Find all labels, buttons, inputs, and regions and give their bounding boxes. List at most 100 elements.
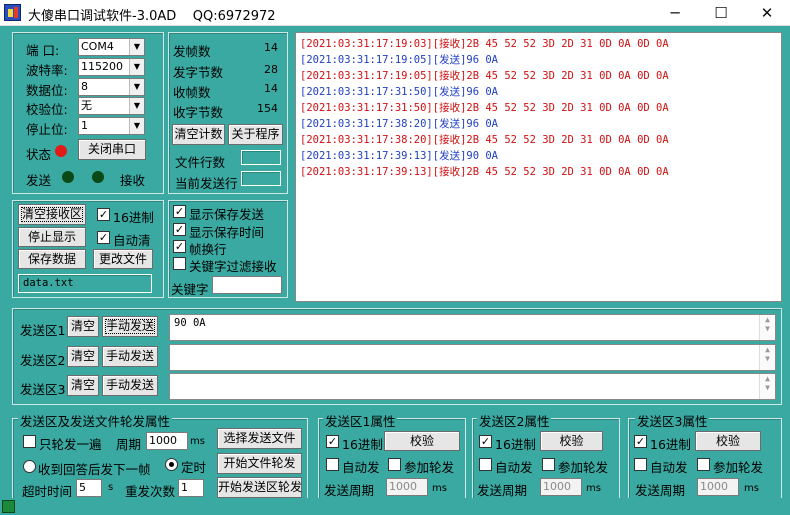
minimize-button[interactable]: ─ (652, 0, 698, 26)
area2-period-input[interactable]: 1000 (540, 478, 582, 496)
only-once-checkbox[interactable] (23, 435, 36, 448)
chevron-down-icon: ▼ (129, 118, 144, 134)
save-data-button[interactable]: 保存数据 (18, 249, 86, 269)
data-bits-select[interactable]: 8 ▼ (78, 78, 145, 96)
area1-auto-checkbox[interactable] (326, 458, 339, 471)
parity-value: 无 (81, 99, 92, 112)
close-button[interactable]: ✕ (744, 0, 790, 26)
area3-period-input[interactable]: 1000 (697, 478, 739, 496)
current-line-label: 当前发送行 (175, 176, 238, 191)
reply-next-radio[interactable] (23, 460, 36, 473)
send-area-3-input[interactable]: ▲ ▼ (169, 373, 776, 400)
area3-hex-checkbox[interactable]: ✓ (634, 435, 647, 448)
keyword-filter-label: 关键字过滤接收 (189, 259, 277, 274)
port-select[interactable]: COM4 ▼ (78, 38, 145, 56)
frame-newline-checkbox[interactable]: ✓ (173, 240, 186, 253)
about-button[interactable]: 关于程序 (228, 124, 283, 145)
port-value: COM4 (81, 40, 114, 53)
state-label: 状态 (26, 147, 52, 162)
area3-auto-checkbox[interactable] (634, 458, 647, 471)
area3-join-label: 参加轮发 (713, 460, 764, 475)
hex-display-checkbox[interactable]: ✓ (97, 208, 110, 221)
stop-bits-value: 1 (81, 119, 88, 132)
area1-period-label: 发送周期 (324, 483, 375, 498)
area1-props-title: 发送区1属性 (323, 411, 398, 430)
current-line-field (241, 171, 281, 186)
app-icon (4, 4, 21, 21)
area3-period-label: 发送周期 (635, 483, 686, 498)
area1-hex-checkbox[interactable]: ✓ (326, 435, 339, 448)
status-bar (0, 498, 790, 515)
keyword-input[interactable] (212, 276, 282, 294)
select-send-file-button[interactable]: 选择发送文件 (217, 428, 302, 449)
send-area-1-clear-button[interactable]: 清空 (67, 316, 99, 337)
send-area-2-label: 发送区2 (20, 353, 66, 368)
close-port-button[interactable]: 关闭串口 (78, 139, 146, 160)
timed-radio[interactable] (165, 458, 178, 471)
period-unit: ms (190, 436, 205, 447)
show-save-time-checkbox[interactable]: ✓ (173, 223, 186, 236)
area3-period-unit: ms (744, 483, 759, 494)
area1-period-input[interactable]: 1000 (386, 478, 428, 496)
stop-bits-select[interactable]: 1 ▼ (78, 117, 145, 135)
send-area-1-label: 发送区1 (20, 323, 66, 338)
clear-count-button[interactable]: 清空计数 (172, 124, 225, 145)
send-area-1-input[interactable]: 90 0A ▲ ▼ (169, 314, 776, 341)
chevron-down-icon: ▼ (129, 59, 144, 75)
keyword-label: 关键字 (171, 282, 209, 297)
area2-auto-checkbox[interactable] (479, 458, 492, 471)
send-area-2-send-button[interactable]: 手动发送 (102, 346, 158, 367)
send-area-2-clear-button[interactable]: 清空 (67, 346, 99, 367)
area2-join-checkbox[interactable] (542, 458, 555, 471)
scrollbar[interactable]: ▲ ▼ (759, 315, 775, 340)
keyword-filter-checkbox[interactable] (173, 257, 186, 270)
maximize-button[interactable]: ☐ (698, 0, 744, 26)
port-label: 端 口: (26, 43, 60, 58)
timeout-input[interactable]: 5 (76, 479, 102, 497)
scrollbar[interactable]: ▲ ▼ (759, 345, 775, 370)
area2-hex-checkbox[interactable]: ✓ (479, 435, 492, 448)
bytes-recv-value: 154 (257, 102, 278, 115)
resend-input[interactable]: 1 (178, 479, 204, 497)
send-area-3-send-button[interactable]: 手动发送 (102, 375, 158, 396)
scrollbar[interactable]: ▲ ▼ (759, 374, 775, 399)
area2-period-unit: ms (586, 483, 601, 494)
period-input[interactable]: 1000 (146, 432, 188, 450)
area2-period-label: 发送周期 (477, 483, 528, 498)
stop-display-button[interactable]: 停止显示 (18, 227, 86, 247)
window-title: 大傻串口调试软件-3.0AD QQ:6972972 (28, 9, 276, 24)
clear-receive-button[interactable]: 清空接收区 (18, 204, 86, 225)
bytes-recv-label: 收字节数 (173, 105, 224, 120)
send-area-1-send-button[interactable]: 手动发送 (102, 316, 158, 337)
area3-auto-label: 自动发 (650, 460, 688, 475)
receive-log-area[interactable]: [2021:03:31:17:19:03][接收]2B 45 52 52 3D … (295, 32, 782, 302)
area3-hex-label: 16进制 (650, 437, 691, 452)
change-file-button[interactable]: 更改文件 (93, 249, 153, 269)
start-file-rotation-button[interactable]: 开始文件轮发 (217, 453, 302, 474)
parity-select[interactable]: 无 ▼ (78, 97, 145, 115)
area3-verify-button[interactable]: 校验 (695, 431, 761, 451)
start-area-rotation-button[interactable]: 开始发送区轮发 (217, 477, 302, 498)
send-indicator-label: 发送 (26, 173, 52, 188)
log-line: [2021:03:31:17:31:50][发送]96 0A (300, 86, 499, 98)
area2-verify-button[interactable]: 校验 (540, 431, 603, 451)
log-line: [2021:03:31:17:38:20][接收]2B 45 52 52 3D … (300, 134, 669, 146)
timeout-unit: s (108, 482, 114, 493)
auto-clear-checkbox[interactable]: ✓ (97, 231, 110, 244)
send-area-3-clear-button[interactable]: 清空 (67, 375, 99, 396)
only-once-label: 只轮发一遍 (39, 437, 102, 452)
send-area-2-input[interactable]: ▲ ▼ (169, 344, 776, 371)
baud-select[interactable]: 115200 ▼ (78, 58, 145, 76)
recv-indicator-label: 接收 (120, 173, 146, 188)
show-save-send-label: 显示保存发送 (189, 207, 265, 222)
baud-label: 波特率: (26, 63, 68, 78)
show-save-send-checkbox[interactable]: ✓ (173, 205, 186, 218)
area1-join-checkbox[interactable] (388, 458, 401, 471)
bytes-sent-value: 28 (264, 63, 278, 76)
chevron-down-icon: ▼ (129, 39, 144, 55)
area1-verify-button[interactable]: 校验 (384, 431, 460, 451)
area3-join-checkbox[interactable] (697, 458, 710, 471)
area3-props-title: 发送区3属性 (635, 411, 710, 430)
save-file-name: data.txt (18, 274, 152, 293)
state-led-icon (55, 145, 67, 157)
